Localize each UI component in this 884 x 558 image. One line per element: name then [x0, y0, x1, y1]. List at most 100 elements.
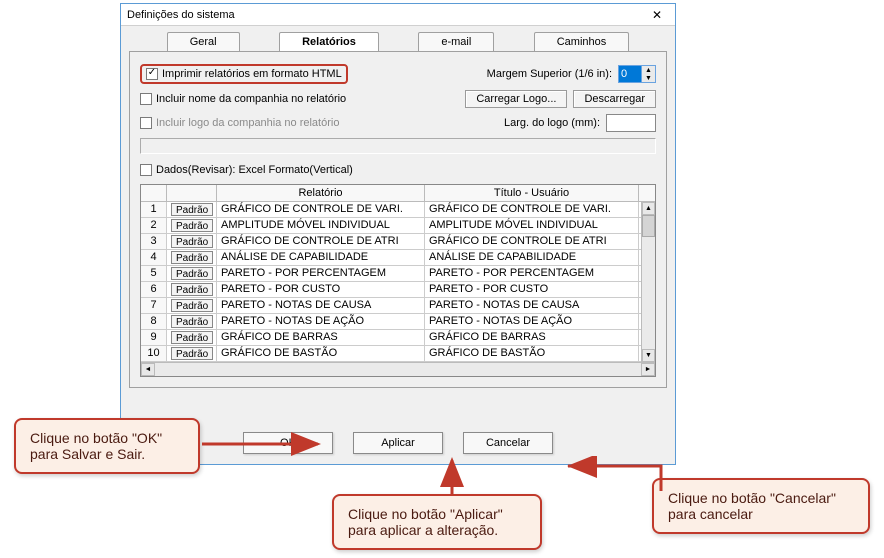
load-logo-button[interactable]: Carregar Logo... — [465, 90, 567, 108]
row-default-cell: Padrão — [167, 330, 217, 346]
spin-up-icon[interactable]: ▲ — [642, 66, 655, 74]
default-button[interactable]: Padrão — [171, 299, 213, 312]
row-report-cell[interactable]: GRÁFICO DE CONTROLE DE ATRI — [217, 234, 425, 250]
review-data-checkbox[interactable] — [140, 164, 152, 176]
apply-button[interactable]: Aplicar — [353, 432, 443, 454]
column-header-num[interactable] — [141, 185, 167, 201]
window-title: Definições do sistema — [127, 9, 643, 21]
row-default-cell: Padrão — [167, 250, 217, 266]
logo-width-input[interactable] — [606, 114, 656, 132]
row-title-cell[interactable]: PARETO - NOTAS DE AÇÃO — [425, 314, 639, 330]
tab-caminhos[interactable]: Caminhos — [534, 32, 630, 51]
row-title-cell[interactable]: AMPLITUDE MÓVEL INDIVIDUAL — [425, 218, 639, 234]
table-row: 2 Padrão AMPLITUDE MÓVEL INDIVIDUALAMPLITU… — [141, 218, 655, 234]
row-title-cell[interactable]: GRÁFICO DE CONTROLE DE ATRI — [425, 234, 639, 250]
tab-panel: Imprimir relatórios em formato HTML Marg… — [129, 51, 667, 388]
row-title-cell[interactable]: PARETO - POR CUSTO — [425, 282, 639, 298]
callout-cancel: Clique no botão "Cancelar" para cancelar — [652, 478, 870, 534]
table-row: 5 Padrão PARETO - POR PERCENTAGEMPARETO - … — [141, 266, 655, 282]
column-header-scroll — [639, 185, 653, 201]
callout-ok-line2: para Salvar e Sair. — [30, 446, 184, 462]
row-number: 10 — [141, 346, 167, 362]
include-company-logo-checkbox[interactable] — [140, 117, 152, 129]
default-button[interactable]: Padrão — [171, 267, 213, 280]
default-button[interactable]: Padrão — [171, 251, 213, 264]
default-button[interactable]: Padrão — [171, 219, 213, 232]
row-title-cell[interactable]: PARETO - NOTAS DE CAUSA — [425, 298, 639, 314]
default-button[interactable]: Padrão — [171, 235, 213, 248]
row-title-cell[interactable]: ANÁLISE DE CAPABILIDADE — [425, 250, 639, 266]
row-title-cell[interactable]: GRÁFICO DE CONTROLE DE VARI. — [425, 202, 639, 218]
top-margin-spinner[interactable]: ▲ ▼ — [618, 65, 656, 83]
row-number: 2 — [141, 218, 167, 234]
spin-down-icon[interactable]: ▼ — [642, 74, 655, 82]
scroll-up-icon[interactable]: ▲ — [642, 202, 655, 215]
row-number: 7 — [141, 298, 167, 314]
row-default-cell: Padrão — [167, 266, 217, 282]
scroll-left-icon[interactable]: ◄ — [141, 363, 155, 376]
default-button[interactable]: Padrão — [171, 331, 213, 344]
include-company-name-row: Incluir nome da companhia no relatório — [140, 93, 346, 105]
logo-preview-bar — [140, 138, 656, 154]
horizontal-scrollbar[interactable]: ◄ ► — [141, 362, 655, 376]
review-data-label: Dados(Revisar): Excel Formato(Vertical) — [156, 164, 353, 176]
close-icon[interactable]: ✕ — [643, 6, 671, 24]
print-html-checkbox[interactable] — [146, 68, 158, 80]
tab-relatorios[interactable]: Relatórios — [279, 32, 379, 51]
row-number: 8 — [141, 314, 167, 330]
column-header-report[interactable]: Relatório — [217, 185, 425, 201]
top-margin-input[interactable] — [619, 66, 641, 82]
default-button[interactable]: Padrão — [171, 283, 213, 296]
row-title-cell[interactable]: GRÁFICO DE BASTÃO — [425, 346, 639, 362]
row-number: 4 — [141, 250, 167, 266]
row-report-cell[interactable]: GRÁFICO DE CONTROLE DE VARI. — [217, 202, 425, 218]
button-bar: OK Aplicar Cancelar — [121, 432, 675, 454]
row-title-cell[interactable]: PARETO - POR PERCENTAGEM — [425, 266, 639, 282]
reports-table: Relatório Título - Usuário 1 Padrão GRÁFIC… — [140, 184, 656, 377]
row-report-cell[interactable]: ANÁLISE DE CAPABILIDADE — [217, 250, 425, 266]
unload-logo-button[interactable]: Descarregar — [573, 90, 656, 108]
row-report-cell[interactable]: PARETO - NOTAS DE CAUSA — [217, 298, 425, 314]
row-report-cell[interactable]: GRÁFICO DE BARRAS — [217, 330, 425, 346]
include-company-logo-row: Incluir logo da companhia no relatório — [140, 117, 339, 129]
table-row: 7 Padrão PARETO - NOTAS DE CAUSAPARETO - N… — [141, 298, 655, 314]
default-button[interactable]: Padrão — [171, 315, 213, 328]
tab-geral[interactable]: Geral — [167, 32, 240, 51]
row-default-cell: Padrão — [167, 234, 217, 250]
row-report-cell[interactable]: PARETO - NOTAS DE AÇÃO — [217, 314, 425, 330]
table-row: 10 Padrão GRÁFICO DE BASTÃOGRÁFICO DE BAST… — [141, 346, 655, 362]
table-row: 6PadrãoPARETO - POR CUSTOPARETO - POR CU… — [141, 282, 655, 298]
row-default-cell: Padrão — [167, 298, 217, 314]
top-margin-label: Margem Superior (1/6 in): — [487, 68, 612, 80]
row-default-cell: Padrão — [167, 314, 217, 330]
default-button[interactable]: Padrão — [171, 347, 213, 360]
print-html-highlight: Imprimir relatórios em formato HTML — [140, 64, 348, 84]
row-report-cell[interactable]: PARETO - POR PERCENTAGEM — [217, 266, 425, 282]
column-header-title[interactable]: Título - Usuário — [425, 185, 639, 201]
scroll-right-icon[interactable]: ► — [641, 363, 655, 376]
ok-button[interactable]: OK — [243, 432, 333, 454]
scroll-thumb[interactable] — [642, 215, 655, 237]
row-report-cell[interactable]: PARETO - POR CUSTO — [217, 282, 425, 298]
callout-cancel-line1: Clique no botão "Cancelar" — [668, 490, 854, 506]
tab-email[interactable]: e-mail — [418, 32, 494, 51]
row-number: 9 — [141, 330, 167, 346]
include-company-name-checkbox[interactable] — [140, 93, 152, 105]
table-row: 3 Padrão GRÁFICO DE CONTROLE DE ATRIGRÁFIC… — [141, 234, 655, 250]
row-number: 3 — [141, 234, 167, 250]
default-button[interactable]: Padrão — [171, 203, 213, 216]
row-report-cell[interactable]: GRÁFICO DE BASTÃO — [217, 346, 425, 362]
row-number: 1 — [141, 202, 167, 218]
review-data-row: Dados(Revisar): Excel Formato(Vertical) — [140, 164, 353, 176]
row-title-cell[interactable]: GRÁFICO DE BARRAS — [425, 330, 639, 346]
row-report-cell[interactable]: AMPLITUDE MÓVEL INDIVIDUAL — [217, 218, 425, 234]
scroll-down-icon[interactable]: ▼ — [642, 349, 655, 362]
row-number: 5 — [141, 266, 167, 282]
cancel-button[interactable]: Cancelar — [463, 432, 553, 454]
column-header-btn[interactable] — [167, 185, 217, 201]
vertical-scrollbar[interactable]: ▲ ▼ — [641, 202, 655, 362]
table-row: 9 Padrão GRÁFICO DE BARRASGRÁFICO DE BARRA… — [141, 330, 655, 346]
row-default-cell: Padrão — [167, 282, 217, 298]
table-row: 1 Padrão GRÁFICO DE CONTROLE DE VARI.GRÁFI… — [141, 202, 655, 218]
titlebar: Definições do sistema ✕ — [121, 4, 675, 26]
